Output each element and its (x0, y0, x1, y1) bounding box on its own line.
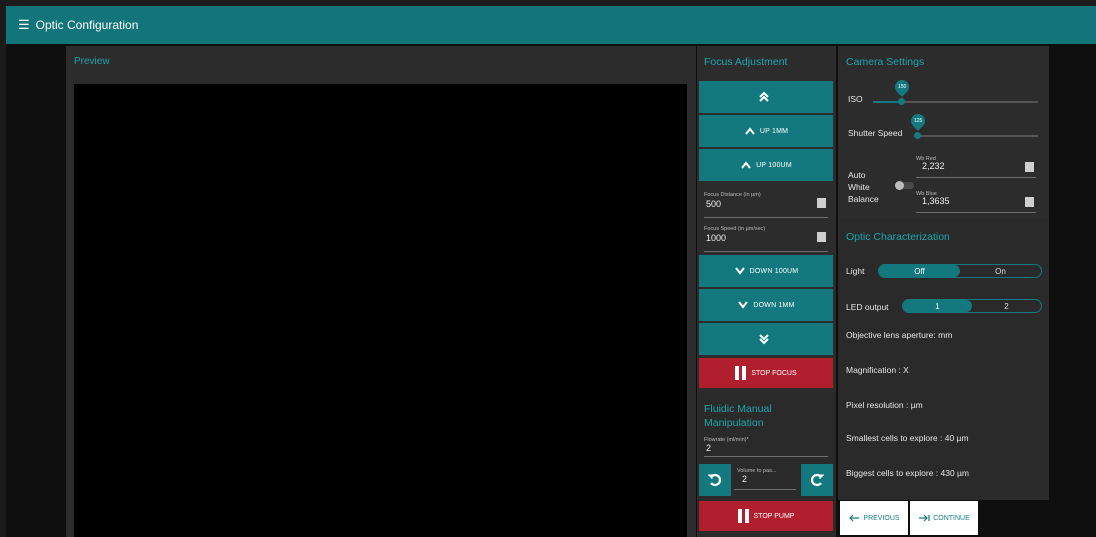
double-chevron-down-icon (759, 334, 769, 345)
iso-value-bubble: 150 (892, 77, 912, 97)
focus-distance-label: Focus Distance (in µm) (704, 192, 761, 198)
volume-value[interactable]: 2 (742, 474, 747, 484)
shutter-value: 125 (913, 118, 923, 124)
app-title: Optic Configuration (35, 18, 139, 32)
pump-reverse-button[interactable] (699, 464, 731, 496)
spinner-icon[interactable] (1025, 162, 1034, 172)
previous-button[interactable]: PREVIOUS (840, 501, 908, 535)
flowrate-field[interactable]: Flowrate (ml/min)* 2 (704, 437, 828, 457)
hamburger-menu-icon[interactable]: ☰ (18, 17, 30, 33)
light-label: Light (846, 266, 865, 276)
focus-up-100um-button[interactable]: UP 100UM (699, 149, 833, 181)
fluidic-title: Fluidic Manual Manipulation (704, 403, 772, 429)
down-100um-label: DOWN 100UM (749, 267, 799, 275)
chevron-down-icon (734, 267, 745, 275)
optic-characterization-panel: Optic Characterization Light Off On LED … (838, 218, 1049, 500)
volume-field[interactable]: Volume to pas... 2 (734, 468, 796, 490)
pump-forward-button[interactable] (801, 464, 833, 496)
focus-distance-value[interactable]: 500 (706, 199, 721, 209)
focus-title: Focus Adjustment (704, 56, 788, 68)
rotate-ccw-icon (708, 473, 722, 487)
spinner-icon[interactable] (817, 232, 826, 242)
led-output-toggle[interactable]: 1 2 (902, 299, 1042, 313)
iso-slider-thumb[interactable] (898, 98, 905, 105)
previous-label: PREVIOUS (863, 514, 900, 522)
camera-title: Camera Settings (846, 56, 925, 68)
wb-red-value[interactable]: 2,232 (922, 161, 945, 171)
shutter-label: Shutter Speed (848, 128, 903, 138)
spinner-icon[interactable] (817, 198, 826, 208)
wb-red-field[interactable]: Wb Red 2,232 (916, 156, 1036, 178)
biggest-cells-text: Biggest cells to explore : 430 µm (846, 468, 970, 478)
focus-down-100um-button[interactable]: DOWN 100UM (699, 255, 833, 287)
shutter-value-bubble: 125 (908, 111, 928, 131)
chevron-up-icon (741, 161, 751, 169)
continue-label: CONTINUE (933, 514, 970, 522)
light-on-option[interactable]: On (960, 265, 1041, 277)
chevron-up-icon (745, 127, 755, 135)
iso-slider-fill (873, 101, 901, 103)
iso-value: 150 (897, 84, 907, 90)
pause-icon (735, 366, 747, 380)
chevron-down-icon (738, 301, 749, 309)
magnification-text: Magnification : X (846, 365, 909, 375)
pause-icon (737, 509, 749, 523)
optic-title: Optic Characterization (846, 231, 950, 243)
flowrate-value[interactable]: 2 (706, 443, 711, 453)
up-100um-label: UP 100UM (756, 161, 792, 169)
light-off-option[interactable]: Off (879, 265, 960, 277)
focus-up-1mm-button[interactable]: UP 1MM (699, 115, 833, 147)
app-header: ☰ Optic Configuration (6, 6, 1096, 44)
up-1mm-label: UP 1MM (759, 127, 789, 135)
focus-distance-field[interactable]: Focus Distance (in µm) 500 (704, 192, 828, 218)
wb-blue-value[interactable]: 1,3635 (922, 196, 950, 206)
arrow-left-icon (849, 514, 860, 522)
led-option-1[interactable]: 1 (903, 300, 972, 312)
arrow-right-bar-icon (919, 514, 930, 522)
focus-speed-field[interactable]: Focus Speed (in µm/sec) 1000 (704, 226, 828, 252)
shutter-slider-thumb[interactable] (914, 132, 921, 139)
wb-blue-field[interactable]: Wb Blue 1,3635 (916, 191, 1036, 213)
iso-label: ISO (848, 94, 863, 104)
preview-panel: Preview (66, 46, 696, 537)
spinner-icon[interactable] (1025, 197, 1034, 207)
awb-switch-knob[interactable] (895, 181, 904, 190)
awb-label: Auto White Balance (848, 170, 879, 204)
shutter-slider-track[interactable] (916, 135, 1038, 137)
rotate-cw-icon (810, 473, 824, 487)
led-option-2[interactable]: 2 (972, 300, 1041, 312)
stop-focus-label: STOP FOCUS (751, 369, 797, 377)
continue-button[interactable]: CONTINUE (910, 501, 978, 535)
focus-down-1mm-button[interactable]: DOWN 1MM (699, 289, 833, 321)
stop-pump-label: STOP PUMP (753, 512, 795, 520)
aperture-text: Objective lens aperture: mm (846, 330, 953, 340)
camera-preview-screen (74, 84, 687, 537)
focus-up-fast-button[interactable] (699, 81, 833, 113)
stop-focus-button[interactable]: STOP FOCUS (699, 358, 833, 388)
focus-down-fast-button[interactable] (699, 323, 833, 355)
stop-pump-button[interactable]: STOP PUMP (699, 501, 833, 531)
down-1mm-label: DOWN 1MM (753, 301, 795, 309)
camera-settings-panel: Camera Settings ISO 150 Shutter Speed 12… (838, 46, 1049, 218)
smallest-cells-text: Smallest cells to explore : 40 µm (846, 433, 969, 443)
preview-title: Preview (74, 56, 110, 67)
pixel-resolution-text: Pixel resolution : µm (846, 400, 923, 410)
focus-speed-value[interactable]: 1000 (706, 233, 726, 243)
double-chevron-up-icon (759, 91, 769, 102)
led-output-label: LED output (846, 302, 889, 312)
light-toggle[interactable]: Off On (878, 264, 1042, 278)
focus-speed-label: Focus Speed (in µm/sec) (704, 226, 766, 232)
focus-panel: Focus Adjustment UP 1MM UP 100UM Focus D… (697, 46, 836, 537)
